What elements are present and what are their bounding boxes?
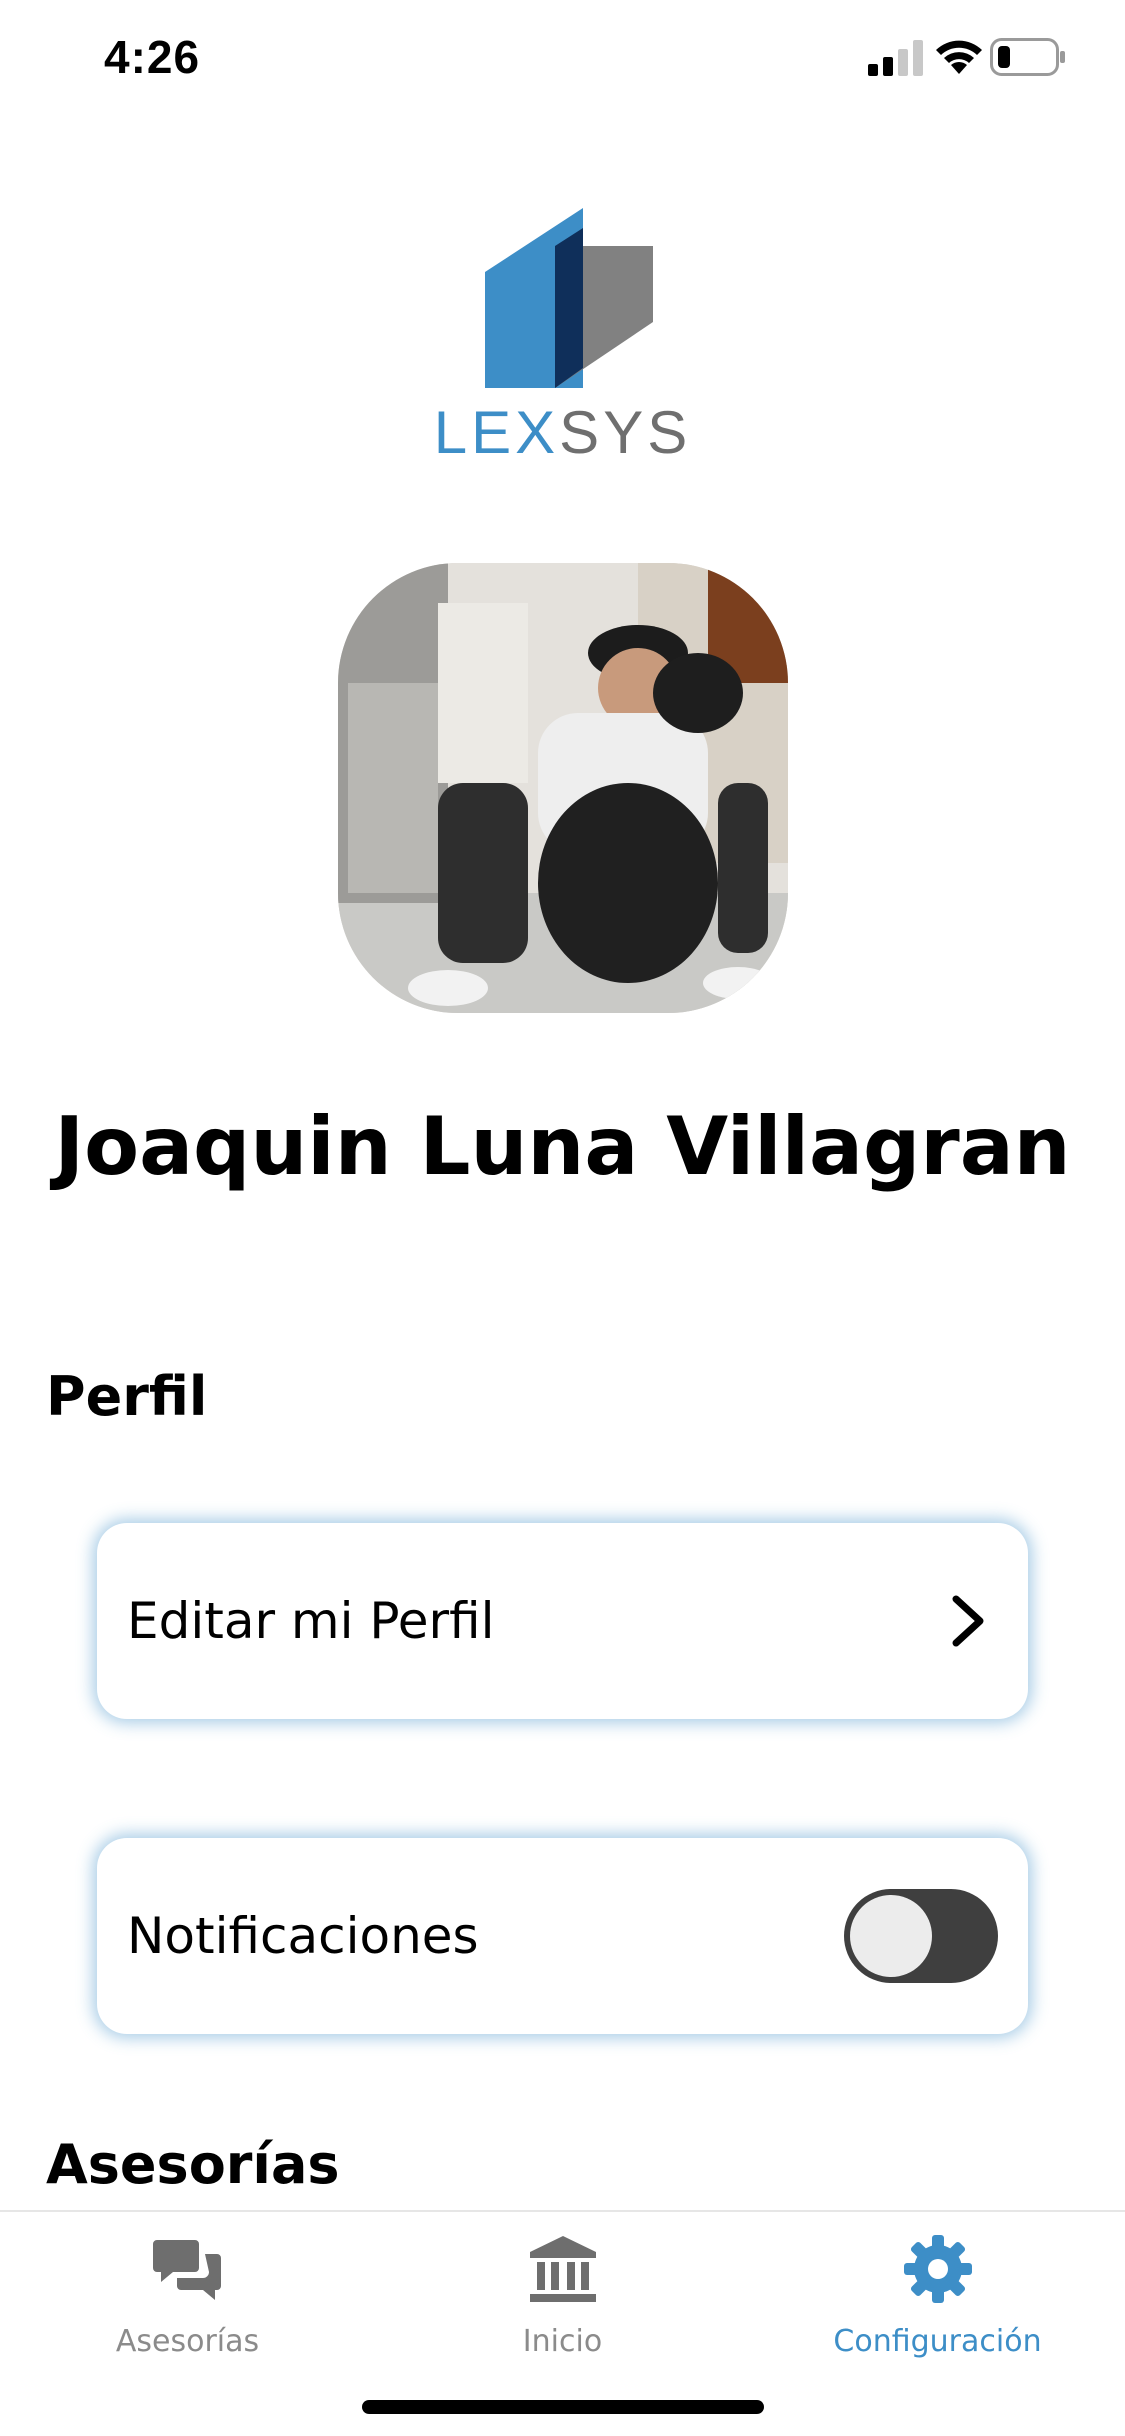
- wifi-icon: [936, 40, 982, 74]
- toggle-knob: [850, 1895, 932, 1977]
- section-title-asesorias: Asesorías: [46, 2133, 340, 2196]
- tab-configuracion[interactable]: Configuración: [750, 2232, 1125, 2359]
- logo-text-lex: LEX: [433, 399, 560, 466]
- profile-name: Joaquin Luna Villagran: [54, 1100, 1071, 1193]
- status-time: 4:26: [104, 31, 201, 83]
- status-bar: 4:26: [0, 0, 1125, 130]
- home-indicator: [362, 2400, 764, 2414]
- bank-icon: [529, 2236, 596, 2302]
- edit-profile-label: Editar mi Perfil: [127, 1592, 495, 1650]
- tab-asesorias[interactable]: Asesorías: [0, 2232, 375, 2359]
- logo-text-sys: SYS: [559, 399, 692, 466]
- chat-icon: [152, 2240, 221, 2300]
- cellular-signal-icon: [868, 40, 923, 76]
- profile-avatar[interactable]: [338, 563, 788, 1013]
- chevron-right-icon: [952, 1595, 984, 1647]
- tab-configuracion-label: Configuración: [833, 2324, 1042, 2359]
- lexsys-logo-icon: [485, 208, 653, 388]
- tab-inicio-label: Inicio: [522, 2324, 603, 2359]
- section-title-perfil: Perfil: [46, 1365, 208, 1428]
- tab-bar: Asesorías Inicio Configuración: [0, 2210, 1125, 2436]
- edit-profile-button[interactable]: Editar mi Perfil: [97, 1523, 1028, 1719]
- notifications-toggle[interactable]: [844, 1889, 998, 1983]
- battery-icon: [990, 38, 1065, 76]
- avatar-photo: [338, 563, 788, 1013]
- notifications-row: Notificaciones: [97, 1838, 1028, 2034]
- gear-icon: [903, 2235, 972, 2303]
- settings-screen: 4:26 LEXSYS Joaquin Luna Villagran Perfi…: [0, 0, 1125, 2436]
- notifications-label: Notificaciones: [127, 1907, 479, 1965]
- tab-asesorias-label: Asesorías: [115, 2324, 260, 2359]
- tab-inicio[interactable]: Inicio: [375, 2232, 750, 2359]
- lexsys-logo-text: LEXSYS: [0, 398, 1125, 467]
